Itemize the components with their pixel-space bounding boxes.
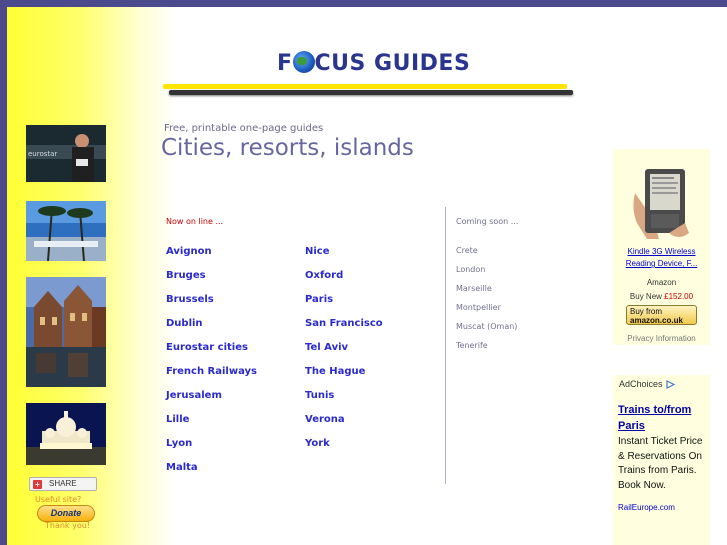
plus-icon: + [33, 480, 42, 489]
kindle-seller: Amazon [646, 278, 677, 287]
city-link[interactable]: Dublin [166, 318, 203, 329]
city-link[interactable]: French Railways [166, 366, 257, 377]
city-link[interactable]: Paris [305, 294, 333, 305]
donate-button[interactable]: Donate [37, 505, 95, 522]
kindle-ad: Kindle 3G Wireless Reading Device, F... … [613, 149, 710, 345]
coming-soon-item: Muscat (Oman) [456, 322, 518, 331]
photo-bruges-canal[interactable] [26, 277, 106, 387]
page-frame: eurostar + SHARE Useful site? Donate Tha… [7, 7, 727, 545]
city-link[interactable]: Bruges [166, 270, 206, 281]
coming-soon-item: Marseille [456, 284, 492, 293]
city-link[interactable]: Lille [166, 414, 189, 425]
coming-soon-label: Coming soon ... [456, 217, 519, 226]
coming-soon-item: London [456, 265, 486, 274]
tagline: Free, printable one-page guides [164, 123, 324, 134]
ad-body-text: Instant Ticket Price & Reservations On T… [618, 436, 703, 491]
page-title: Cities, resorts, islands [161, 135, 414, 161]
photo-sacre-coeur[interactable] [26, 403, 106, 465]
adchoices-icon[interactable] [666, 380, 675, 389]
svg-text:eurostar: eurostar [28, 150, 57, 158]
photo-beach-resort[interactable] [26, 201, 106, 261]
city-link[interactable]: Avignon [166, 246, 212, 257]
globe-icon [292, 51, 315, 73]
city-link[interactable]: Tel Aviv [305, 342, 348, 353]
thank-you-text: Thank you! [45, 521, 91, 530]
useful-site-text: Useful site? [35, 495, 82, 504]
city-link[interactable]: Brussels [166, 294, 214, 305]
share-button[interactable]: + SHARE [29, 477, 97, 491]
logo-underline-yellow [163, 84, 567, 89]
adchoices-link[interactable]: AdChoices [619, 379, 663, 389]
coming-soon-item: Tenerife [456, 341, 488, 350]
city-link[interactable]: Malta [166, 462, 198, 473]
ad-headline-link[interactable]: Trains to/from Paris [618, 402, 708, 434]
kindle-price: Buy New £152.00 [629, 292, 694, 301]
now-online-label: Now on line ... [166, 217, 224, 226]
ad-url-link[interactable]: RailEurope.com [618, 503, 675, 512]
city-link[interactable]: San Francisco [305, 318, 383, 329]
left-sidebar: eurostar + SHARE Useful site? Donate Tha… [7, 7, 177, 545]
city-link[interactable]: Oxford [305, 270, 343, 281]
focus-guides-logo[interactable]: F CUS GUIDES [277, 51, 470, 76]
city-link[interactable]: York [305, 438, 330, 449]
coming-soon-item: Montpellier [456, 303, 501, 312]
city-link[interactable]: Verona [305, 414, 345, 425]
privacy-information-link[interactable]: Privacy Information [617, 334, 706, 343]
city-link[interactable]: The Hague [305, 366, 365, 377]
raileurope-ad: AdChoices Trains to/from Paris Instant T… [613, 375, 710, 545]
photo-eurostar[interactable]: eurostar [26, 125, 106, 182]
city-link[interactable]: Nice [305, 246, 330, 257]
column-divider [445, 207, 446, 484]
buy-from-amazon-button[interactable]: Buy from amazon.co.uk [626, 305, 697, 325]
kindle-title-link[interactable]: Kindle 3G Wireless Reading Device, F... [617, 246, 706, 270]
city-link[interactable]: Tunis [305, 390, 334, 401]
coming-soon-item: Crete [456, 246, 478, 255]
logo-underline-shadow [169, 90, 573, 95]
city-link[interactable]: Lyon [166, 438, 192, 449]
city-link[interactable]: Jerusalem [166, 390, 222, 401]
city-link[interactable]: Eurostar cities [166, 342, 248, 353]
kindle-product-image[interactable] [629, 163, 693, 243]
